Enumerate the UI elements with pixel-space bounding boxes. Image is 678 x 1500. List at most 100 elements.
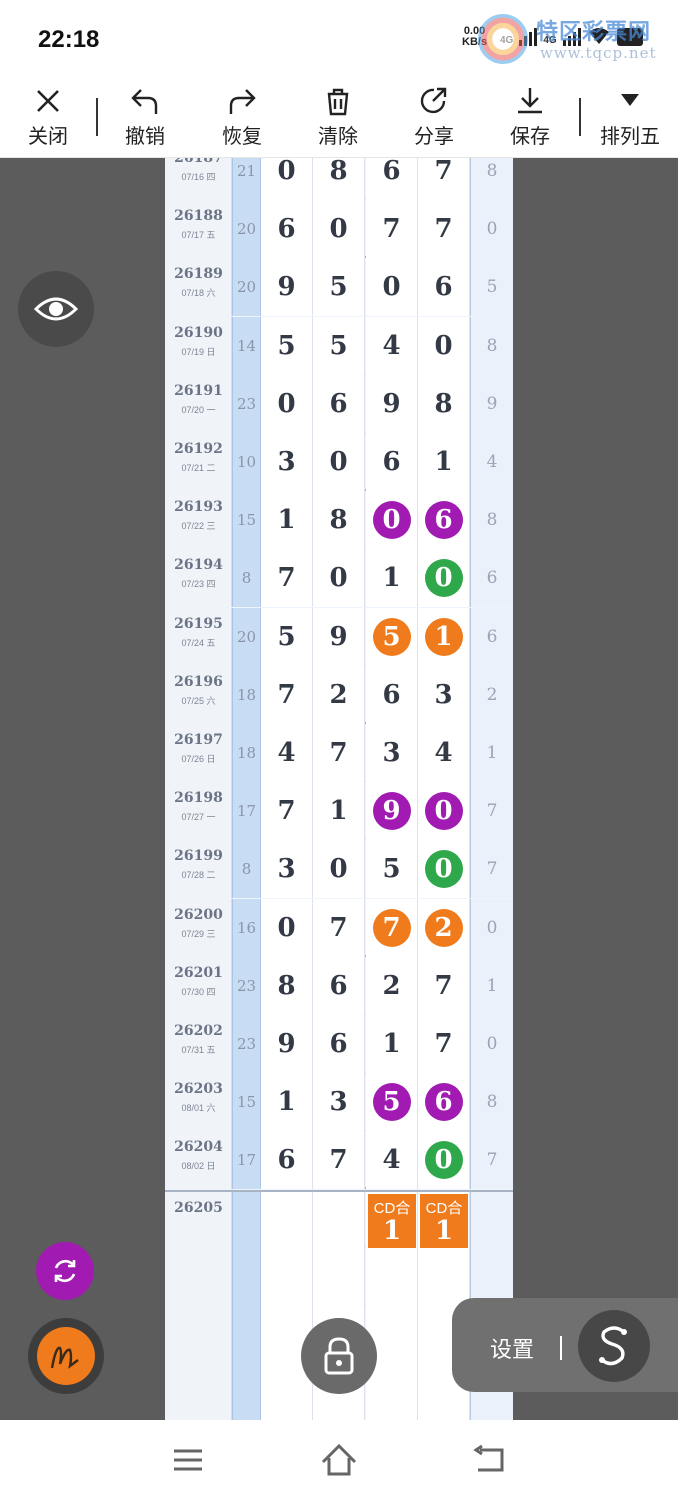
digit-cell[interactable]	[261, 1191, 313, 1250]
digit-cell[interactable]: 7	[261, 549, 313, 608]
digit-cell[interactable]	[418, 1247, 470, 1306]
digit-cell[interactable]: 6	[418, 258, 470, 317]
visibility-toggle-button[interactable]	[18, 271, 94, 347]
digit-cell[interactable]: 2	[418, 898, 470, 957]
digit-cell[interactable]: 6	[366, 665, 418, 724]
digit-cell[interactable]: 0	[313, 840, 365, 899]
digit-cell[interactable]: 6	[261, 200, 313, 259]
digit-cell[interactable]: CD合 1	[418, 1191, 470, 1250]
digit-cell[interactable]: 0	[313, 433, 365, 491]
digit-cell[interactable]: 7	[261, 665, 313, 724]
digit-cell[interactable]: 3	[366, 724, 418, 782]
digit-cell[interactable]	[366, 1364, 418, 1420]
digit-cell[interactable]: 8	[261, 956, 313, 1015]
digit-cell[interactable]: 3	[313, 1073, 365, 1132]
digit-cell[interactable]: 7	[313, 898, 365, 957]
lock-button[interactable]	[301, 1318, 377, 1394]
save-button[interactable]: 保存	[490, 80, 570, 158]
digit-cell[interactable]: 3	[261, 840, 313, 899]
draw-table[interactable]: 26187 07/16 四 21 0 8 6 7 8 26188 07/17 五 20 6 0 7 7 0 26…	[165, 158, 513, 1420]
digit-cell[interactable]: 8	[418, 374, 470, 433]
period-cell: 26197 07/26 日	[165, 724, 232, 782]
digit-cell[interactable]: CD合 1	[366, 1191, 418, 1250]
settings-label[interactable]: 设置	[490, 1332, 534, 1364]
digit-cell[interactable]: 7	[418, 158, 470, 200]
digit-cell[interactable]	[366, 1247, 418, 1306]
digit-cell[interactable]: 0	[366, 258, 418, 317]
digit-cell[interactable]: 8	[313, 491, 365, 550]
digit-cell[interactable]: 7	[418, 1015, 470, 1073]
digit-cell[interactable]: 1	[366, 549, 418, 608]
digit-cell[interactable]: 3	[261, 433, 313, 491]
digit-cell[interactable]: 1	[418, 433, 470, 491]
digit-cell[interactable]: 0	[261, 374, 313, 433]
digit-cell[interactable]: 0	[418, 782, 470, 841]
share-button[interactable]: 分享	[394, 80, 474, 158]
digit-cell[interactable]: 9	[366, 374, 418, 433]
digit-cell[interactable]: 0	[366, 491, 418, 550]
digit-cell[interactable]: 8	[313, 158, 365, 200]
digit-cell[interactable]: 4	[418, 724, 470, 782]
digit-cell[interactable]: 4	[261, 724, 313, 782]
digit-cell[interactable]: 5	[313, 258, 365, 317]
digit-cell[interactable]: 4	[366, 316, 418, 375]
digit-cell[interactable]: 9	[313, 607, 365, 666]
digit-cell[interactable]: 3	[418, 665, 470, 724]
digit-cell[interactable]: 5	[261, 607, 313, 666]
digit-cell[interactable]: 6	[313, 1015, 365, 1073]
digit-cell[interactable]: 5	[366, 840, 418, 899]
digit-cell[interactable]: 6	[418, 1073, 470, 1132]
digit-cell[interactable]: 1	[418, 607, 470, 666]
digit-cell[interactable]: 0	[418, 840, 470, 899]
digit-cell[interactable]: 7	[313, 724, 365, 782]
digit-cell[interactable]	[313, 1247, 365, 1306]
digit-cell[interactable]: 7	[418, 956, 470, 1015]
menu-icon[interactable]	[168, 1440, 208, 1480]
digit-cell[interactable]: 5	[313, 316, 365, 375]
digit-cell[interactable]: 1	[261, 1073, 313, 1132]
digit-cell[interactable]: 2	[366, 956, 418, 1015]
s-button[interactable]	[578, 1310, 650, 1382]
digit-cell[interactable]: 4	[366, 1131, 418, 1190]
digit-cell[interactable]: 1	[261, 491, 313, 550]
digit-cell[interactable]: 6	[313, 956, 365, 1015]
brush-button[interactable]	[28, 1318, 104, 1394]
digit-cell[interactable]: 2	[313, 665, 365, 724]
digit-cell[interactable]: 5	[366, 607, 418, 666]
digit-cell[interactable]: 6	[366, 433, 418, 491]
digit-cell[interactable]: 6	[366, 158, 418, 200]
digit-cell[interactable]: 5	[366, 1073, 418, 1132]
refresh-button[interactable]	[36, 1242, 94, 1300]
digit-cell[interactable]: 9	[366, 782, 418, 841]
digit-cell[interactable]: 0	[261, 898, 313, 957]
game-select-button[interactable]: 排列五	[590, 80, 670, 158]
digit-cell[interactable]: 6	[418, 491, 470, 550]
digit-cell[interactable]: 5	[261, 316, 313, 375]
undo-button[interactable]: 撤销	[105, 80, 185, 158]
digit-cell[interactable]	[313, 1191, 365, 1250]
digit-cell[interactable]: 7	[261, 782, 313, 841]
close-button[interactable]: 关闭	[8, 80, 88, 158]
digit-cell[interactable]: 6	[261, 1131, 313, 1190]
digit-cell[interactable]: 7	[366, 200, 418, 259]
digit-cell[interactable]: 9	[261, 258, 313, 317]
digit-cell[interactable]: 0	[418, 316, 470, 375]
clear-button[interactable]: 清除	[298, 80, 378, 158]
digit-cell[interactable]: 0	[418, 1131, 470, 1190]
digit-cell[interactable]: 0	[261, 158, 313, 200]
home-icon[interactable]	[319, 1440, 359, 1480]
digit-cell[interactable]	[261, 1247, 313, 1306]
digit-cell[interactable]: 7	[418, 200, 470, 259]
digit-cell[interactable]: 7	[366, 898, 418, 957]
digit-cell[interactable]: 1	[313, 782, 365, 841]
redo-button[interactable]: 恢复	[202, 80, 282, 158]
digit-cell[interactable]: 6	[313, 374, 365, 433]
back-icon[interactable]	[470, 1440, 510, 1480]
digit-cell[interactable]: 1	[366, 1015, 418, 1073]
settings-panel[interactable]: 设置	[452, 1298, 678, 1392]
digit-cell[interactable]: 7	[313, 1131, 365, 1190]
digit-cell[interactable]: 0	[418, 549, 470, 608]
digit-cell[interactable]: 0	[313, 200, 365, 259]
digit-cell[interactable]: 0	[313, 549, 365, 608]
digit-cell[interactable]: 9	[261, 1015, 313, 1073]
